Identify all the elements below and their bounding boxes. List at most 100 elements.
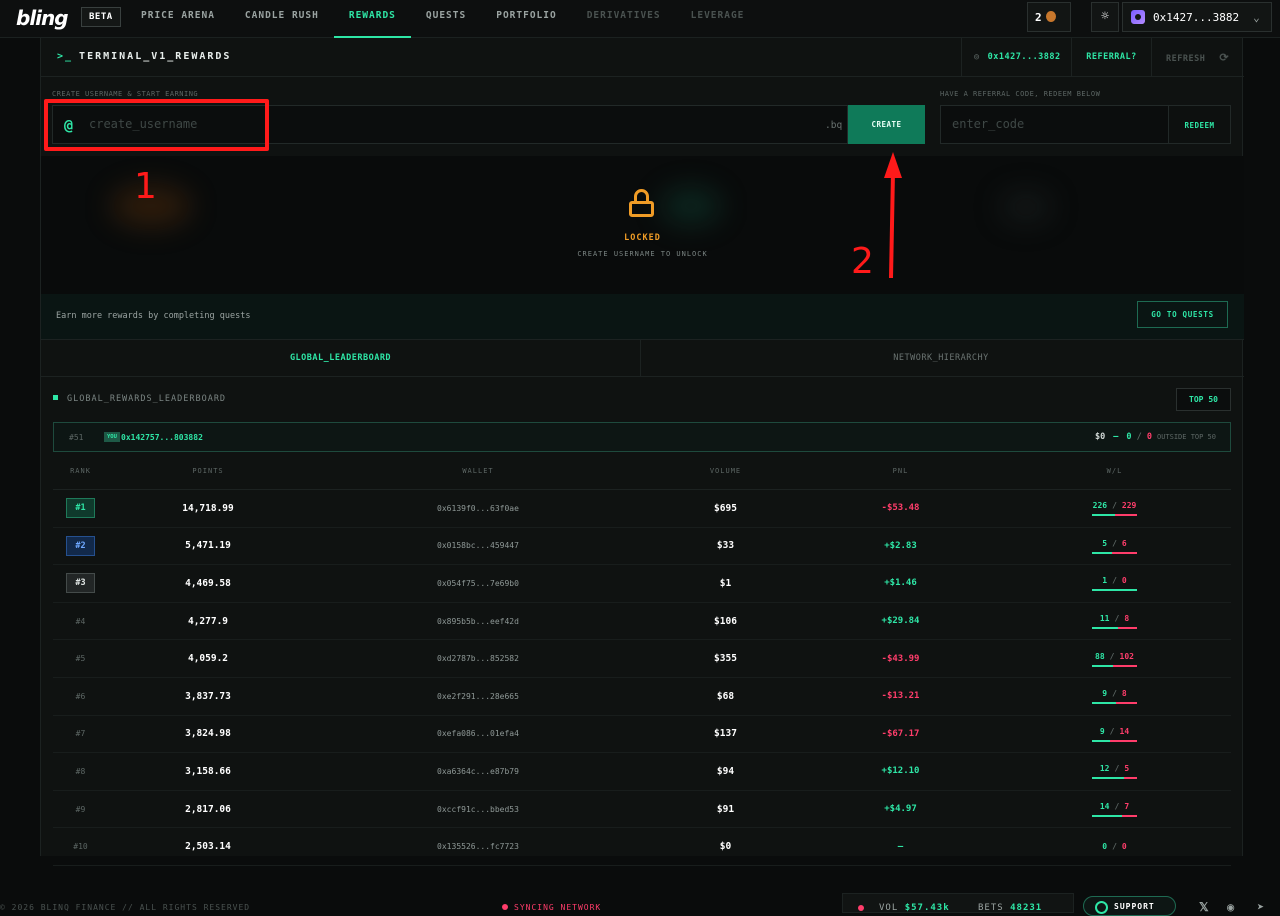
top-50-filter-button[interactable]: TOP 50 bbox=[1176, 388, 1231, 411]
wallet-cell: 0xccf91c...bbed53 bbox=[437, 804, 519, 814]
wl-bar bbox=[1092, 702, 1137, 705]
pnl-cell: -$67.17 bbox=[881, 728, 920, 739]
wl-bar bbox=[1092, 514, 1137, 517]
col-rank: RANK bbox=[70, 467, 91, 475]
lock-icon bbox=[629, 189, 654, 217]
volume-cell: $137 bbox=[714, 728, 737, 740]
wl-cell: 5/6 bbox=[998, 538, 1231, 554]
volume-cell: $91 bbox=[716, 803, 735, 815]
you-badge: YOU bbox=[104, 432, 120, 442]
points-cell: 3,824.98 bbox=[185, 728, 231, 740]
rank-cell: #5 bbox=[53, 653, 108, 664]
medal-count: 2 bbox=[1035, 11, 1042, 24]
referral-code-input[interactable] bbox=[952, 117, 1152, 131]
referral-button[interactable]: REFERRAL? bbox=[1071, 38, 1151, 77]
table-row[interactable]: #10 2,503.14 0x135526...fc7723 $0 – 0/0 bbox=[53, 828, 1231, 866]
create-button[interactable]: CREATE bbox=[848, 105, 925, 144]
medal-count-button[interactable]: 2 bbox=[1027, 2, 1071, 32]
discord-icon[interactable]: ◉ bbox=[1227, 900, 1235, 914]
table-body: #1 14,718.99 0x6139f0...63f0ae $695 -$53.48 2… bbox=[53, 490, 1231, 866]
wl-cell: 11/8 bbox=[998, 613, 1231, 630]
rank-badge: #1 bbox=[66, 498, 95, 519]
wl-bar bbox=[1092, 664, 1137, 667]
status-dot-icon bbox=[858, 905, 864, 911]
theme-toggle-button[interactable]: ☼ bbox=[1091, 2, 1119, 32]
wallet-cell: 0x135526...fc7723 bbox=[437, 842, 519, 852]
table-row[interactable]: #8 3,158.66 0xa6364c...e87b79 $94 +$12.10 12/… bbox=[53, 753, 1231, 791]
table-row[interactable]: #9 2,817.06 0xccf91c...bbed53 $91 +$4.97 14/7 bbox=[53, 791, 1231, 829]
telegram-icon[interactable]: ➤ bbox=[1257, 900, 1265, 914]
col-points: POINTS bbox=[192, 467, 224, 475]
annotation-box bbox=[44, 99, 269, 151]
nav-rewards[interactable]: REWARDS bbox=[333, 0, 411, 38]
rank-badge: #5 bbox=[75, 654, 86, 664]
stats-bar: VOL $57.43k BETS 48231 bbox=[842, 893, 1074, 913]
nav-derivatives[interactable]: DERIVATIVES bbox=[572, 0, 676, 38]
rank-cell: #2 bbox=[53, 535, 108, 556]
pnl-cell: +$29.84 bbox=[881, 616, 920, 627]
volume-cell: $0 bbox=[719, 841, 732, 853]
table-row[interactable]: #7 3,824.98 0xefa086...01efa4 $137 -$67.17 9/… bbox=[53, 716, 1231, 754]
brand-logo[interactable]: bling bbox=[16, 6, 69, 30]
volume-cell: $68 bbox=[716, 690, 735, 702]
support-button[interactable]: SUPPORT bbox=[1083, 896, 1176, 916]
network-status: SYNCING NETWORK bbox=[502, 903, 601, 912]
nav-leverage[interactable]: LEVERAGE bbox=[676, 0, 760, 38]
wl-bar-fill bbox=[1092, 664, 1113, 667]
chevron-down-icon: ⌄ bbox=[1253, 10, 1260, 24]
rank-cell: #9 bbox=[53, 804, 108, 815]
wl-text: 9/14 bbox=[1099, 726, 1130, 736]
wallet-icon bbox=[1131, 10, 1145, 24]
wallet-button[interactable]: 0x1427...3882 ⌄ bbox=[1122, 2, 1272, 32]
terminal-icon: >_ bbox=[57, 51, 74, 62]
tab-global-leaderboard[interactable]: GLOBAL_LEADERBOARD bbox=[41, 340, 641, 376]
annotation-label-one: 1 bbox=[134, 166, 157, 207]
code-field[interactable] bbox=[940, 105, 1169, 144]
tab-network-hierarchy[interactable]: NETWORK_HIERARCHY bbox=[641, 340, 1241, 376]
wl-bar-fill bbox=[1092, 551, 1113, 554]
rank-badge: #6 bbox=[75, 691, 86, 701]
points-cell: 4,059.2 bbox=[187, 653, 229, 665]
wl-bar-fill bbox=[1092, 777, 1124, 780]
nav-candle-rush[interactable]: CANDLE RUSH bbox=[230, 0, 334, 38]
wl-bar bbox=[1092, 551, 1137, 554]
x-icon[interactable]: 𝕏 bbox=[1199, 900, 1210, 914]
table-row[interactable]: #6 3,837.73 0xe2f291...28e665 $68 -$13.21 9/8 bbox=[53, 678, 1231, 716]
rank-badge: #7 bbox=[75, 729, 86, 739]
wallet-cell: 0xe2f291...28e665 bbox=[437, 691, 519, 701]
go-to-quests-button[interactable]: GO TO QUESTS bbox=[1137, 301, 1228, 328]
wl-bar-fill bbox=[1092, 514, 1115, 517]
table-row[interactable]: #3 4,469.58 0x054f75...7e69b0 $1 +$1.46 1/0 bbox=[53, 565, 1231, 603]
nav-price-arena[interactable]: PRICE ARENA bbox=[126, 0, 230, 38]
refresh-button[interactable]: REFRESH ⟳ bbox=[1151, 38, 1244, 77]
pnl-cell: -$53.48 bbox=[881, 503, 920, 514]
rank-badge: #8 bbox=[75, 766, 86, 776]
leaderboard-table: RANK POINTS WALLET VOLUME PNL W/L #1 14,7… bbox=[53, 452, 1231, 866]
refresh-icon: ⟳ bbox=[1219, 51, 1230, 64]
wl-cell: 88/102 bbox=[998, 651, 1231, 667]
wl-bar-fill bbox=[1092, 627, 1119, 630]
table-row[interactable]: #5 4,059.2 0xd2787b...852582 $355 -$43.99 88/… bbox=[53, 640, 1231, 678]
table-row[interactable]: #4 4,277.9 0x895b5b...eef42d $106 +$29.84 11/… bbox=[53, 603, 1231, 641]
volume-cell: $695 bbox=[714, 502, 737, 514]
table-row[interactable]: #1 14,718.99 0x6139f0...63f0ae $695 -$53.48 2… bbox=[53, 490, 1231, 528]
nav-portfolio[interactable]: PORTFOLIO bbox=[481, 0, 571, 38]
rank-cell: #10 bbox=[53, 841, 108, 852]
rank-cell: #3 bbox=[53, 573, 108, 594]
wl-cell: 9/8 bbox=[998, 688, 1231, 705]
pnl-cell: +$4.97 bbox=[884, 804, 917, 815]
wl-text: 226/229 bbox=[1092, 501, 1137, 511]
create-username-label: CREATE USERNAME & START EARNING bbox=[52, 90, 199, 98]
table-row[interactable]: #2 5,471.19 0x0158bc...459447 $33 +$2.83 5/6 bbox=[53, 528, 1231, 566]
redeem-button[interactable]: REDEEM bbox=[1169, 105, 1231, 144]
wl-cell: 14/7 bbox=[998, 801, 1231, 818]
points-cell: 2,817.06 bbox=[185, 803, 231, 815]
nav-links: PRICE ARENA CANDLE RUSH REWARDS QUESTS P… bbox=[126, 0, 759, 38]
volume-cell: $1 bbox=[719, 577, 732, 589]
col-pnl: PNL bbox=[892, 467, 909, 475]
panel-header: >_ TERMINAL_V1_REWARDS ◎ 0x1427...3882 REF… bbox=[41, 38, 1244, 77]
wl-bar-fill bbox=[1092, 702, 1116, 705]
locked-rewards-area: LOCKED CREATE USERNAME TO UNLOCK bbox=[41, 156, 1244, 294]
nav-quests[interactable]: QUESTS bbox=[411, 0, 481, 38]
shield-icon: ◎ bbox=[974, 52, 980, 62]
